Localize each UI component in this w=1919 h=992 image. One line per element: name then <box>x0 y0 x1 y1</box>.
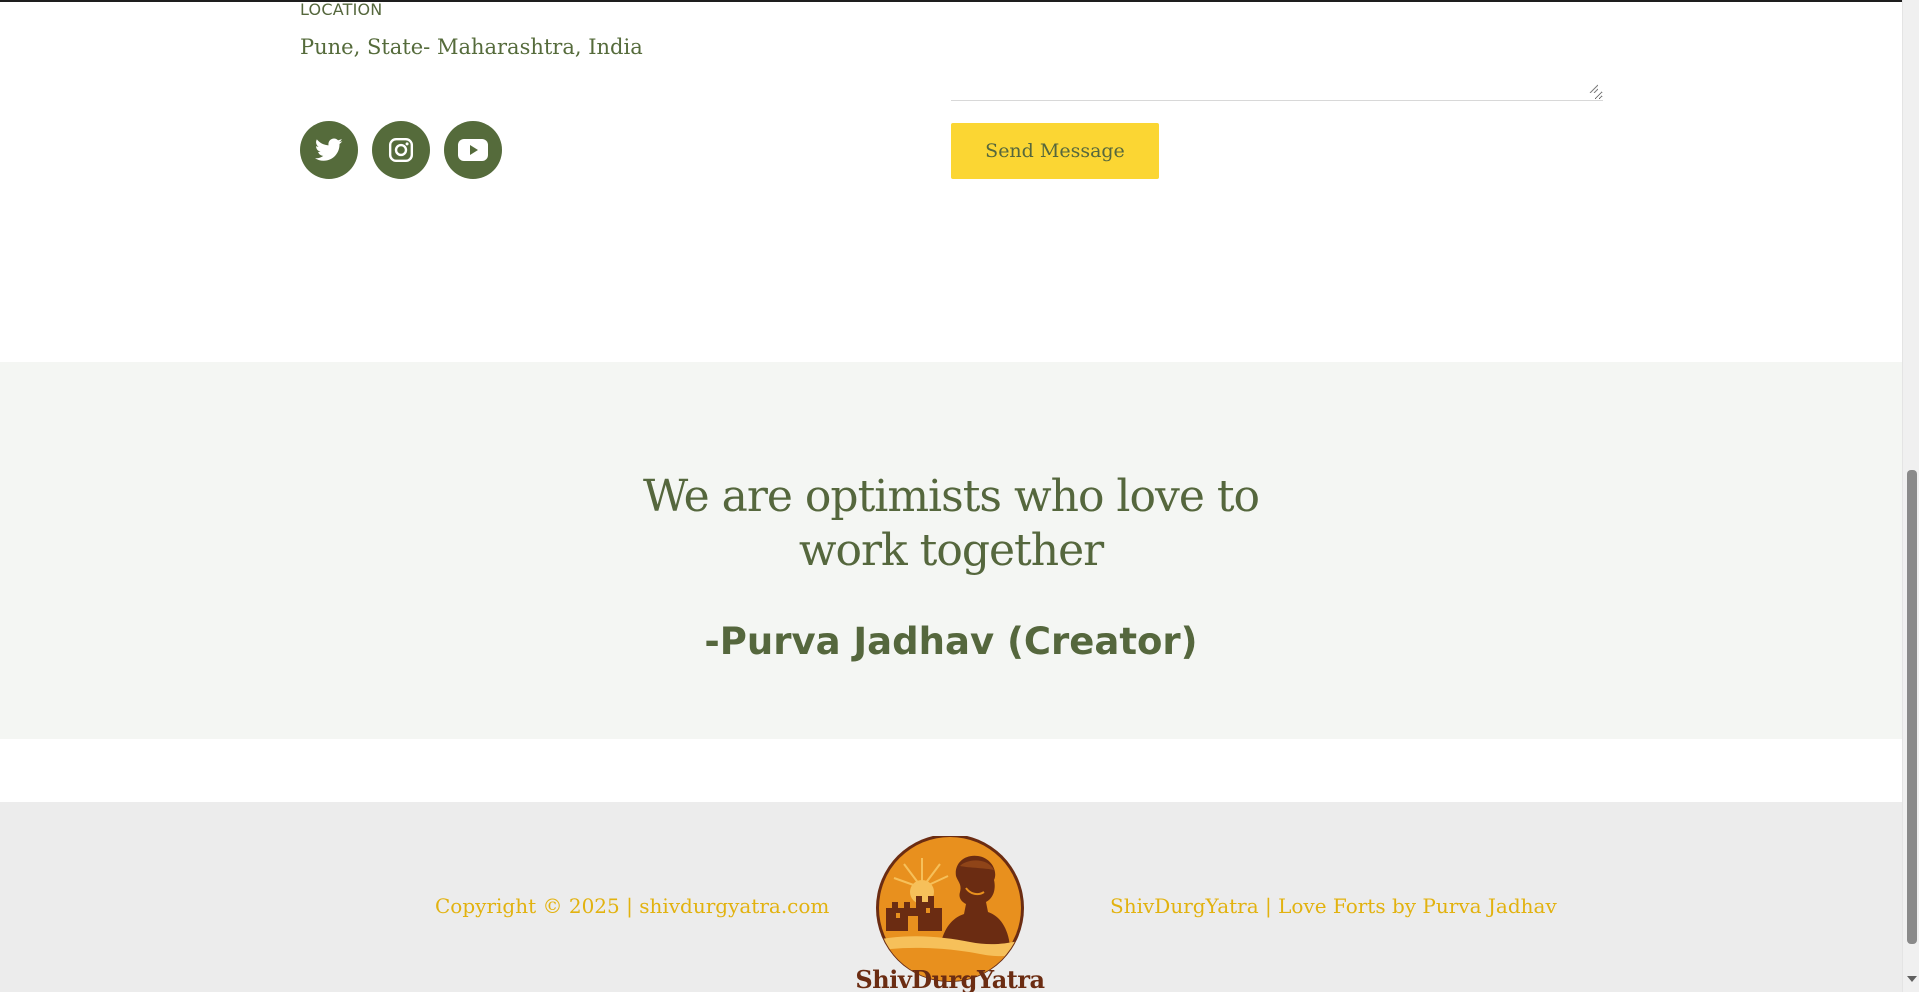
quote-line-2: work together <box>798 525 1104 576</box>
page-content: LOCATION Pune, State- Maharashtra, India <box>0 0 1902 992</box>
footer: Copyright © 2025 | shivdurgyatra.com Shi… <box>0 802 1902 992</box>
scroll-down-arrow-icon[interactable] <box>1907 976 1917 982</box>
scrollbar-thumb[interactable] <box>1907 470 1917 944</box>
page: LOCATION Pune, State- Maharashtra, India <box>0 0 1919 992</box>
send-message-button[interactable]: Send Message <box>951 123 1159 179</box>
social-links <box>300 121 502 179</box>
quote-author: -Purva Jadhav (Creator) <box>704 620 1198 663</box>
location-label: LOCATION <box>300 0 383 19</box>
youtube-link[interactable] <box>444 121 502 179</box>
youtube-icon <box>458 139 488 161</box>
logo-wordmark: ShivDurgYatra <box>855 965 1045 992</box>
twitter-link[interactable] <box>300 121 358 179</box>
vertical-scrollbar[interactable] <box>1902 0 1919 992</box>
instagram-icon <box>388 137 414 163</box>
footer-tagline: ShivDurgYatra | Love Forts by Purva Jadh… <box>1110 894 1557 918</box>
footer-copyright: Copyright © 2025 | shivdurgyatra.com <box>435 894 830 918</box>
instagram-link[interactable] <box>372 121 430 179</box>
quote-line-1: We are optimists who love to <box>642 471 1260 522</box>
message-textarea[interactable] <box>951 0 1603 101</box>
quote-section: We are optimists who love to work togeth… <box>0 362 1902 739</box>
location-value: Pune, State- Maharashtra, India <box>300 35 643 59</box>
resize-grip-icon[interactable] <box>1588 83 1598 93</box>
twitter-icon <box>315 138 343 161</box>
quote-text: We are optimists who love to work togeth… <box>0 470 1902 578</box>
